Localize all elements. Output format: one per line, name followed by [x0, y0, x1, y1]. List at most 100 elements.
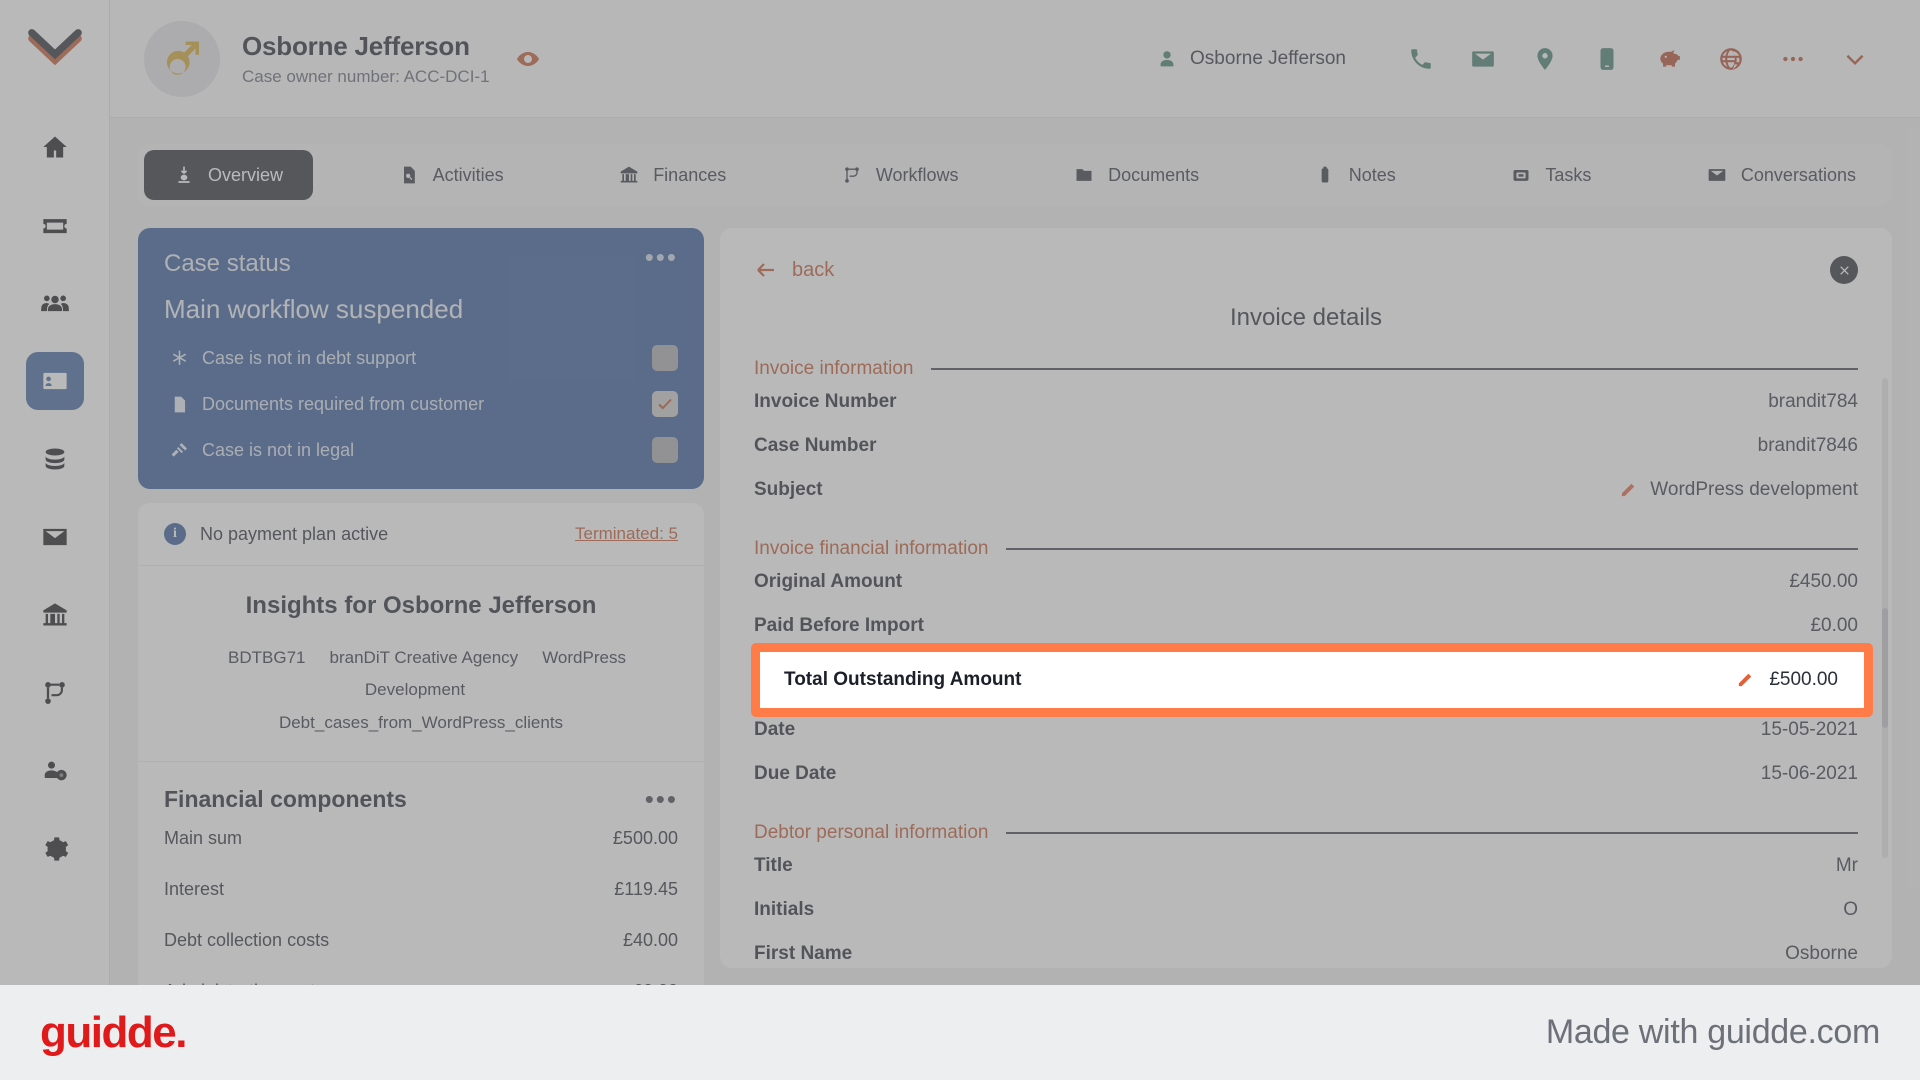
highlighted-total-outstanding-row[interactable]: Total Outstanding Amount £500.00	[751, 643, 1873, 717]
sidebar-item-settings[interactable]	[26, 820, 84, 878]
tab-activities[interactable]: Activities	[369, 150, 534, 200]
detail-row: Due Date 15-06-2021	[754, 752, 1858, 796]
terminated-link[interactable]: Terminated: 5	[575, 524, 678, 544]
tab-label: Notes	[1348, 164, 1396, 185]
piggy-bank-icon[interactable]	[1638, 35, 1700, 83]
detail-value: 15-05-2021	[1760, 719, 1858, 740]
case-status-label: Documents required from customer	[202, 393, 485, 414]
detail-value: brandit784	[1768, 391, 1858, 412]
note-icon	[1321, 166, 1329, 183]
case-status-card: Case status ••• Main workflow suspended …	[138, 228, 704, 489]
sidebar-item-people[interactable]	[26, 274, 84, 332]
workflow-icon	[844, 167, 859, 183]
globe-icon[interactable]	[1700, 35, 1762, 83]
section-name: Debtor personal information	[754, 822, 989, 843]
tab-finances[interactable]: Finances	[589, 150, 756, 200]
tab-conversations[interactable]: Conversations	[1677, 150, 1886, 200]
detail-label: Subject	[754, 479, 823, 500]
chevron-down-icon[interactable]	[1824, 35, 1886, 83]
workflow-icon	[44, 682, 65, 704]
left-sidebar	[0, 0, 110, 985]
tab-label: Tasks	[1545, 164, 1592, 185]
mobile-phone-icon[interactable]	[1576, 35, 1638, 83]
folder-icon	[1076, 169, 1092, 181]
detail-row: Title Mr	[754, 844, 1858, 888]
sidebar-item-bank[interactable]	[26, 586, 84, 644]
detail-row: Case Number brandit7846	[754, 424, 1858, 468]
detail-value: WordPress development	[1650, 479, 1858, 500]
detail-row: Initials O	[754, 888, 1858, 932]
sidebar-item-mail[interactable]	[26, 508, 84, 566]
header-user[interactable]: Osborne Jefferson	[1156, 48, 1346, 70]
detail-label: Due Date	[754, 763, 837, 784]
financial-row: Debt collection costs £40.00	[164, 915, 678, 966]
check-icon	[658, 398, 672, 410]
case-owner-number: Case owner number: ACC-DCI-1	[242, 66, 490, 86]
header-user-label: Osborne Jefferson	[1190, 47, 1346, 69]
activities-icon	[403, 166, 415, 184]
section-divider	[1006, 548, 1858, 550]
pencil-icon[interactable]	[1619, 482, 1636, 499]
application-window: Osborne Jefferson Case owner number: ACC…	[0, 0, 1920, 985]
detail-label: Initials	[754, 899, 815, 920]
id-card-icon	[42, 372, 67, 390]
sidebar-item-home[interactable]	[26, 118, 84, 176]
ellipsis-icon[interactable]	[1762, 35, 1824, 83]
section-header-invoice-financial-information: Invoice financial information	[754, 538, 1858, 560]
sidebar-item-workflows[interactable]	[26, 664, 84, 722]
payment-plan-text: No payment plan active	[200, 523, 389, 544]
scrollbar-thumb[interactable]	[1882, 608, 1888, 728]
detail-label: Paid Before Import	[754, 615, 924, 636]
insights-tag: Debt_cases_from_WordPress_clients	[278, 712, 564, 732]
document-icon	[164, 395, 194, 414]
section-name: Invoice information	[754, 358, 914, 379]
detail-value: £450.00	[1789, 571, 1858, 592]
sidebar-item-cases[interactable]	[25, 352, 84, 410]
tab-workflows[interactable]: Workflows	[812, 150, 989, 200]
sidebar-item-tickets[interactable]	[26, 196, 84, 254]
sidebar-item-database[interactable]	[26, 430, 84, 488]
case-status-checkbox[interactable]	[652, 437, 678, 463]
ellipsis-icon[interactable]: •••	[645, 244, 678, 270]
section-name: Invoice financial information	[754, 538, 989, 559]
database-icon	[45, 448, 64, 470]
made-with-guidde: Made with guidde.com	[1545, 1013, 1880, 1051]
gavel-icon	[164, 441, 194, 460]
tab-notes[interactable]: Notes	[1285, 150, 1426, 200]
sidebar-item-team[interactable]	[26, 742, 84, 800]
person-icon	[1160, 50, 1174, 66]
app-logo[interactable]	[26, 24, 84, 82]
pencil-icon[interactable]	[1736, 672, 1753, 689]
back-label: back	[792, 258, 835, 281]
back-button[interactable]: back	[754, 258, 834, 282]
eye-icon[interactable]	[516, 47, 540, 71]
highlight-value-wrap: £500.00	[1736, 669, 1838, 691]
case-status-checkbox[interactable]	[652, 391, 678, 417]
detail-label: Invoice Number	[754, 391, 897, 412]
case-status-checkbox[interactable]	[652, 345, 678, 371]
tab-documents[interactable]: Documents	[1044, 150, 1229, 200]
phone-icon[interactable]	[1390, 35, 1452, 83]
male-gender-icon	[166, 41, 199, 75]
detail-label: Original Amount	[754, 571, 903, 592]
detail-value: O	[1843, 899, 1858, 920]
tab-tasks[interactable]: Tasks	[1481, 150, 1621, 200]
invoice-details-title: Invoice details	[1229, 304, 1383, 331]
invoice-details-panel: back Invoice details Invoice information…	[720, 228, 1892, 968]
financial-row-value: £119.45	[614, 878, 678, 899]
people-icon	[40, 295, 69, 312]
envelope-icon[interactable]	[1452, 35, 1514, 83]
location-pin-icon[interactable]	[1514, 35, 1576, 83]
close-button[interactable]	[1830, 256, 1858, 284]
ellipsis-icon[interactable]: •••	[645, 786, 678, 812]
team-settings-icon	[44, 761, 67, 781]
tab-overview[interactable]: Overview	[144, 150, 314, 200]
detail-label: Title	[754, 855, 793, 876]
highlight-label: Total Outstanding Amount	[784, 669, 1022, 690]
detail-row: Subject WordPress development	[754, 468, 1858, 512]
page-title: Osborne Jefferson	[242, 30, 470, 61]
asterisk-icon	[164, 349, 194, 368]
gear-icon	[44, 837, 68, 861]
insights-tags: BDTBG71 branDiT Creative Agency WordPress …	[160, 642, 682, 739]
detail-label: Case Number	[754, 435, 877, 456]
